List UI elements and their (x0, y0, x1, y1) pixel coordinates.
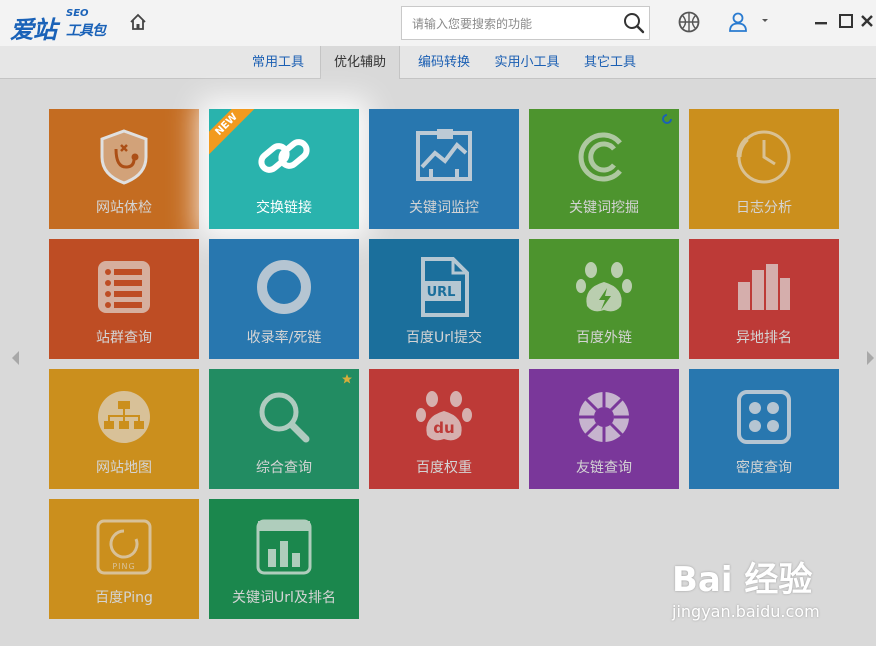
bar-chart-icon (734, 257, 794, 317)
tile-keyword-url-ranking[interactable]: 关键词Url及排名 (209, 499, 359, 619)
tile-label: 异地排名 (736, 330, 792, 346)
watermark-top: Bai 经验 (672, 560, 813, 600)
chevron-down-icon[interactable] (760, 16, 770, 26)
tile-label: 百度外链 (576, 330, 632, 346)
watermark: Bai 经验 jingyan.baidu.com (672, 552, 872, 632)
loading-icon (662, 114, 672, 124)
home-icon (130, 13, 146, 30)
tile-log-analysis[interactable]: 日志分析 (689, 109, 839, 229)
tab-encoding[interactable]: 编码转换 (406, 46, 482, 79)
ping-icon: PING (94, 517, 154, 577)
home-button[interactable] (124, 8, 152, 36)
svg-text:PING: PING (112, 562, 135, 571)
user-icon[interactable] (726, 10, 750, 34)
tile-exchange-links[interactable]: NEW 交换链接 (209, 109, 359, 229)
tile-sitemap[interactable]: 网站地图 (49, 369, 199, 489)
tile-label: 关键词挖掘 (569, 200, 639, 216)
tile-label: 百度Ping (95, 590, 153, 606)
tile-density-query[interactable]: 密度查询 (689, 369, 839, 489)
monitor-chart-icon (414, 127, 474, 187)
magnifier-icon (254, 387, 314, 447)
app-logo: 爱站 SEO 工具包 (10, 8, 110, 44)
tile-baidu-backlinks[interactable]: 百度外链 (529, 239, 679, 359)
tile-label: 网站体检 (96, 200, 152, 216)
tab-utilities[interactable]: 实用小工具 (486, 46, 568, 79)
logo-brand: 爱站 (10, 16, 57, 44)
shield-stethoscope-icon (94, 127, 154, 187)
close-icon[interactable] (858, 12, 876, 30)
logo-sub: 工具包 (66, 23, 106, 39)
dice-icon (734, 387, 794, 447)
clock-icon (734, 127, 794, 187)
tile-label: 日志分析 (736, 200, 792, 216)
tile-keyword-mining[interactable]: 关键词挖掘 (529, 109, 679, 229)
svg-text:du: du (433, 419, 454, 437)
next-page-icon[interactable] (866, 350, 876, 366)
aperture-icon (574, 387, 634, 447)
title-bar: 爱站 SEO 工具包 (0, 0, 876, 46)
tab-common-tools[interactable]: 常用工具 (240, 46, 316, 79)
tile-remote-ranking[interactable]: 异地排名 (689, 239, 839, 359)
tile-friend-link-query[interactable]: 友链查询 (529, 369, 679, 489)
tile-label: 友链查询 (576, 460, 632, 476)
tile-site-group-query[interactable]: 站群查询 (49, 239, 199, 359)
tile-comprehensive-query[interactable]: 综合查询 (209, 369, 359, 489)
basketball-icon[interactable] (677, 10, 701, 34)
search-box (401, 6, 650, 40)
tile-label: 综合查询 (256, 460, 312, 476)
tile-index-rate[interactable]: 收录率/死链 (209, 239, 359, 359)
tile-label: 百度Url提交 (406, 330, 482, 346)
tab-other-tools[interactable]: 其它工具 (572, 46, 648, 79)
tile-label: 密度查询 (736, 460, 792, 476)
sitemap-icon (94, 387, 154, 447)
star-icon (342, 374, 352, 384)
tile-site-checkup[interactable]: 网站体检 (49, 109, 199, 229)
tile-label: 百度权重 (416, 460, 472, 476)
tile-label: 关键词监控 (409, 200, 479, 216)
logo-seo: SEO (66, 8, 89, 19)
tile-baidu-weight[interactable]: du 百度权重 (369, 369, 519, 489)
search-input[interactable] (410, 13, 614, 35)
watermark-bottom: jingyan.baidu.com (672, 602, 820, 621)
prev-page-icon[interactable] (10, 350, 20, 366)
tile-keyword-monitor[interactable]: 关键词监控 (369, 109, 519, 229)
tab-optimization[interactable]: 优化辅助 (320, 46, 400, 79)
baidu-paw-icon: du (414, 387, 474, 447)
letter-c-icon (574, 127, 634, 187)
tile-label: 站群查询 (96, 330, 152, 346)
tile-baidu-url-submit[interactable]: URL 百度Url提交 (369, 239, 519, 359)
column-chart-icon (254, 517, 314, 577)
maximize-icon[interactable] (837, 12, 855, 30)
paw-bolt-icon (574, 257, 634, 317)
chain-link-icon (254, 127, 314, 187)
search-icon[interactable] (623, 12, 645, 34)
ring-icon (254, 257, 314, 317)
svg-text:URL: URL (427, 285, 456, 300)
minimize-icon[interactable] (812, 12, 830, 30)
tile-label: 关键词Url及排名 (232, 590, 336, 606)
tile-label: 交换链接 (256, 200, 312, 216)
url-file-icon: URL (414, 257, 474, 317)
tile-label: 收录率/死链 (246, 330, 322, 346)
tile-label: 网站地图 (96, 460, 152, 476)
tab-bar: 常用工具 优化辅助 编码转换 实用小工具 其它工具 (0, 46, 876, 79)
tile-baidu-ping[interactable]: PING 百度Ping (49, 499, 199, 619)
list-icon (94, 257, 154, 317)
